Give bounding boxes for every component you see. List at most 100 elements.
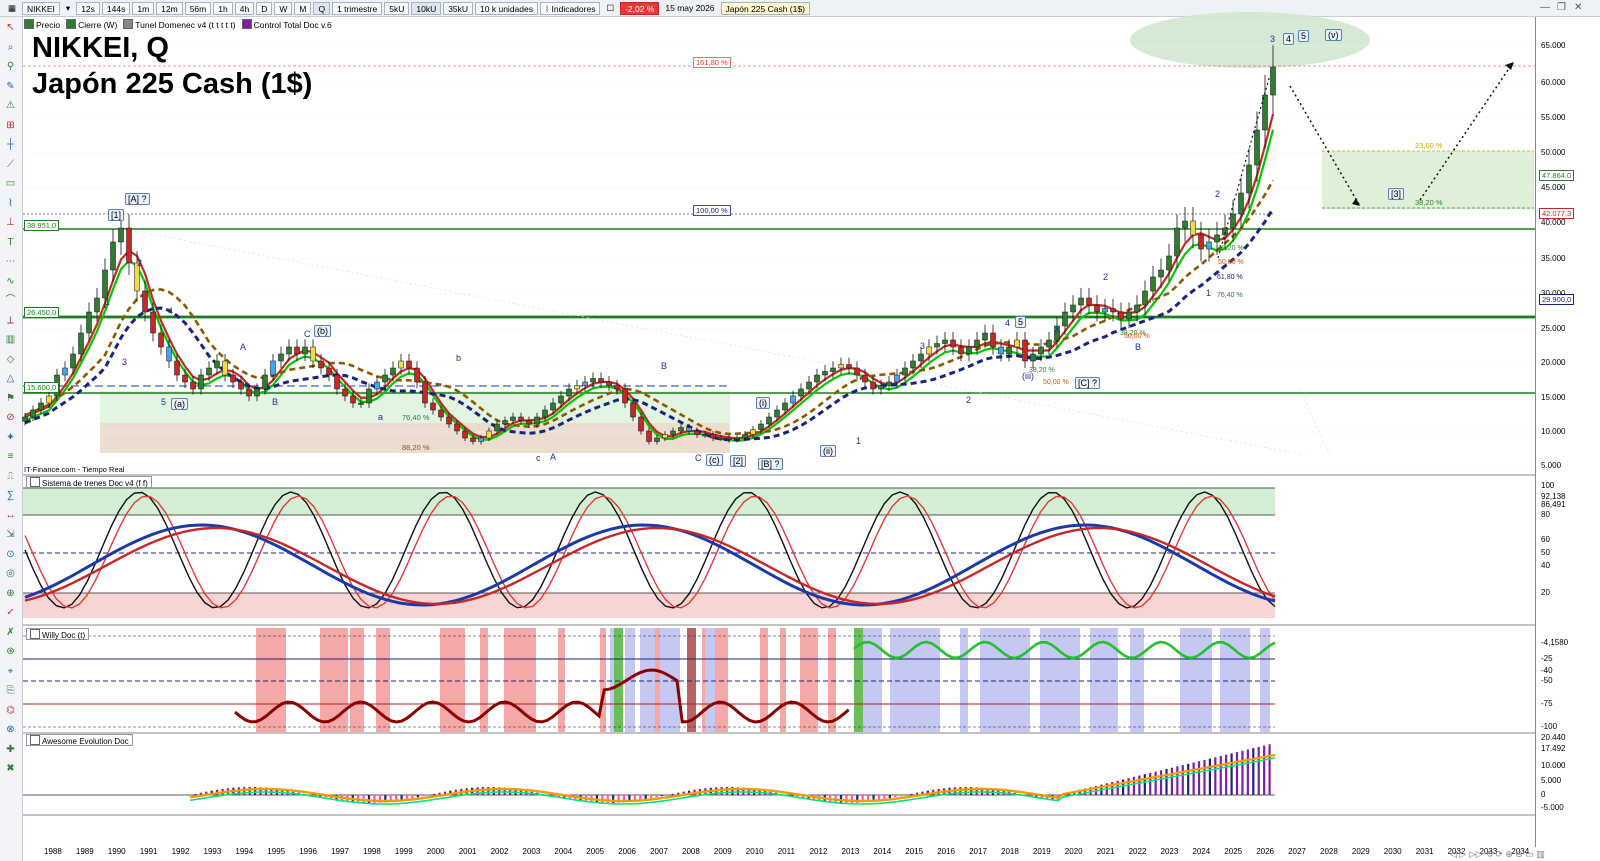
candle-body [1206,241,1212,250]
price-tag: 47.864,0 [1539,170,1575,181]
candle-body [758,423,764,430]
trains-axis-label: 86,491 [1541,500,1566,509]
candle-body [350,395,356,404]
price-axis[interactable]: 65.000 60.000 55.000 50.000 45.000 40.000 35.0… [1535,17,1600,847]
candle-body [830,367,836,372]
pane-label-text: Sistema de trenes Doc v4 (f f) [42,479,148,488]
year-tick-label: 2029 [1351,847,1370,856]
year-tick-label: 1996 [299,847,317,856]
candle-body [62,367,68,376]
trains-axis-label: 50 [1541,548,1550,557]
pane-label-trains[interactable]: Sistema de trenes Doc v4 (f f) [26,476,152,488]
candle-body [646,430,652,442]
wave-label: A [240,342,247,352]
year-tick-label: 2023 [1160,847,1179,856]
pane-label-willy[interactable]: Willy Doc (t) [26,628,90,640]
wave-label: C [304,329,311,339]
candle-body [1022,339,1028,362]
candle-body [438,409,444,418]
candle-body [838,364,844,369]
year-tick-label: 2010 [745,847,764,856]
data-source-label: IT-Finance.com - Tiempo Real [24,465,125,474]
willy-red-bar [440,628,465,732]
year-tick-label: 2017 [969,847,987,856]
candle-body [238,381,244,390]
candle-body [1038,346,1044,355]
candle-body [358,402,364,405]
candle-body [854,367,860,376]
wave-label: 1 [856,436,862,446]
price-tick-label: 40.000 [1541,218,1566,227]
wave-label: [B] ? [758,458,783,470]
candle-body [638,416,644,432]
candle-body [1110,308,1116,313]
price-tag: 42.077,3 [1539,208,1575,219]
willy-oscillator [234,640,1276,724]
year-tick-label: 2018 [1001,847,1019,856]
price-tick-label: 60.000 [1541,78,1566,87]
year-tick-label: 1991 [139,847,158,856]
candle-body [1246,164,1252,194]
candle-body [158,332,164,348]
candle-body [990,332,996,348]
awesome-axis-label: 10.000 [1541,761,1566,770]
willy-red-bar [504,628,536,732]
chart-title-line2: Japón 225 Cash (1$) [32,68,313,100]
candle-body [806,381,812,390]
candle-body [1134,304,1140,313]
wave-label: [2] [730,455,747,467]
candle-body [846,364,852,369]
candle-body [574,385,580,390]
chart-canvas[interactable] [0,0,1600,861]
wave-label: 5 [1015,316,1027,328]
candle-body [254,388,260,397]
candle-body [494,423,500,432]
willy-red-bar [600,628,606,732]
wave-label: 4 [168,306,174,316]
wave-ratio-tag: 50,00 % [1124,333,1150,340]
wave-ratio-tag: 76,40 % [1217,292,1243,299]
checkbox-icon[interactable] [30,477,40,487]
willy-blue-bar [640,628,655,732]
wave-label: 4 [1005,318,1011,328]
wave-label: 2 [1215,189,1221,199]
candle-body [526,420,532,425]
year-tick-label: 2007 [650,847,668,856]
candle-body [1078,297,1084,306]
candle-body [1190,220,1196,236]
candle-body [1230,213,1236,229]
year-tick-label: 2008 [682,847,700,856]
level-tag: 15.600,0 [24,382,60,393]
candle-body [622,388,628,404]
candle-body [366,388,372,404]
candle-body [862,374,868,383]
candle-body [390,367,396,376]
candle-body [1166,255,1172,271]
wave-label: B [1135,342,1142,352]
checkbox-icon[interactable] [30,629,40,639]
candle-body [662,434,668,439]
candle-body [38,402,44,411]
candle-body [1182,220,1188,229]
candle-body [462,430,468,439]
candle-body [334,374,340,390]
candle-body [814,374,820,383]
candle-body [1094,304,1100,313]
fib-tag: 38,20 % [1415,198,1443,207]
candle-body [1006,346,1012,355]
year-tick-label: 1997 [331,847,349,856]
awesome-axis-label: 17.492 [1541,744,1566,753]
pane-label-awesome[interactable]: Awesome Evolution Doc [26,734,133,746]
wave-label: (i) [756,397,770,409]
wave-label: 5 [161,397,167,407]
checkbox-icon[interactable] [30,735,40,745]
candle-body [398,360,404,369]
willy-axis-label: -75 [1541,699,1553,708]
wave-label: 5 [1298,30,1310,42]
candle-body [534,416,540,425]
candle-body [1062,311,1068,327]
year-tick-label: 2001 [458,847,477,856]
bottom-nav-icons[interactable]: ◁ ▷ ▷▷ ⟲ ⟳ ⊕ ⊖ ▭ ▥ [1450,849,1545,860]
candle-body [430,402,436,411]
wave-label: b [456,353,462,363]
